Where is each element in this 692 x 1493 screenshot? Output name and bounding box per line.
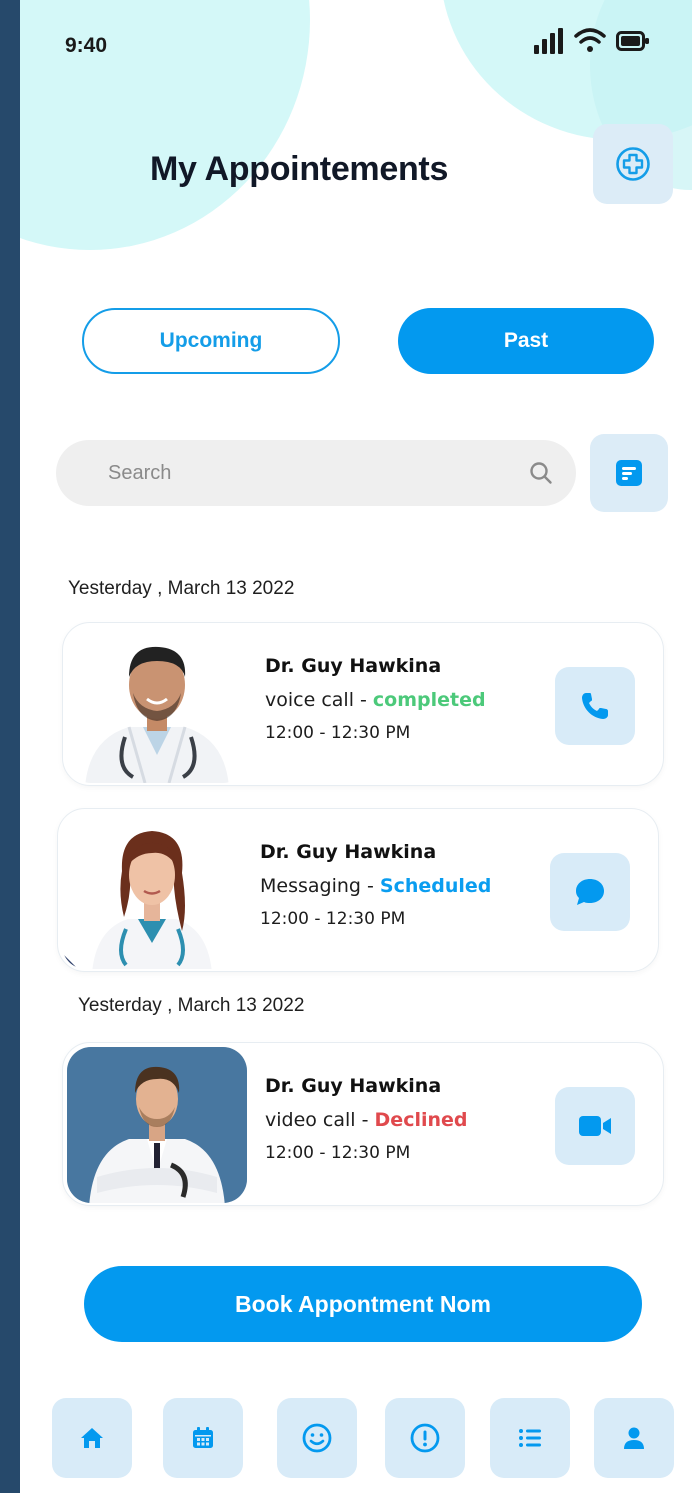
background-bubble — [20, 0, 310, 250]
profile-icon — [624, 1427, 644, 1449]
video-icon — [579, 1116, 611, 1136]
doctor-avatar — [62, 813, 242, 969]
search-bar — [56, 440, 576, 506]
wifi-icon — [574, 28, 606, 52]
list-icon — [519, 1429, 541, 1447]
appointment-time: 12:00 - 12:30 PM — [265, 1143, 411, 1163]
book-appointment-button[interactable]: Book Appontment Nom — [84, 1266, 642, 1342]
doctor-avatar — [67, 1047, 247, 1203]
appointment-time: 12:00 - 12:30 PM — [260, 909, 406, 929]
smile-icon — [302, 1423, 332, 1453]
search-icon[interactable] — [528, 460, 554, 486]
call-type: Messaging - — [260, 875, 374, 897]
appointment-card[interactable]: Dr. Guy Hawkina Messaging - Scheduled 12… — [57, 808, 659, 972]
phone-screen: 9:40 My Appointements Upcoming Past Sear… — [20, 0, 692, 1493]
add-appointment-button[interactable] — [593, 124, 673, 204]
doctor-name: Dr. Guy Hawkina — [265, 655, 442, 677]
medical-plus-icon — [616, 147, 650, 181]
appointment-card[interactable]: Dr. Guy Hawkina voice call - completed 1… — [62, 622, 664, 786]
status-time: 9:40 — [65, 34, 108, 57]
tab-past[interactable]: Past — [398, 308, 654, 374]
call-type: video call - — [265, 1109, 369, 1131]
status-icons — [534, 28, 650, 54]
video-call-button[interactable] — [555, 1087, 635, 1165]
battery-icon — [616, 31, 649, 51]
home-icon — [81, 1428, 103, 1448]
tab-upcoming[interactable]: Upcoming — [82, 308, 340, 374]
bottom-nav — [52, 1398, 674, 1478]
appointment-info: Dr. Guy Hawkina voice call - completed 1… — [265, 655, 486, 743]
filter-icon — [616, 460, 642, 486]
status-badge: completed — [372, 689, 486, 711]
page-title: My Appointements — [150, 150, 449, 188]
nav-mood[interactable] — [277, 1398, 357, 1478]
chat-icon — [576, 879, 604, 905]
status-badge: Scheduled — [379, 875, 492, 897]
appointment-info: Dr. Guy Hawkina Messaging - Scheduled 12… — [260, 841, 491, 929]
voice-call-button[interactable] — [555, 667, 635, 745]
status-badge: Declined — [374, 1109, 468, 1131]
nav-calendar[interactable] — [163, 1398, 243, 1478]
message-button[interactable] — [550, 853, 630, 931]
nav-home[interactable] — [52, 1398, 132, 1478]
nav-profile[interactable] — [594, 1398, 674, 1478]
date-group-label: Yesterday , March 13 2022 — [68, 578, 295, 599]
phone-icon — [582, 693, 608, 719]
nav-list[interactable] — [490, 1398, 570, 1478]
call-type: voice call - — [265, 689, 367, 711]
doctor-name: Dr. Guy Hawkina — [265, 1075, 442, 1097]
doctor-avatar — [67, 627, 247, 783]
appointment-time: 12:00 - 12:30 PM — [265, 723, 411, 743]
nav-alerts[interactable] — [385, 1398, 465, 1478]
appointment-info: Dr. Guy Hawkina video call - Declined 12… — [265, 1075, 468, 1163]
appointment-type: video call - Declined — [265, 1109, 468, 1131]
doctor-name: Dr. Guy Hawkina — [260, 841, 437, 863]
date-group-label: Yesterday , March 13 2022 — [78, 995, 305, 1016]
appointment-type: Messaging - Scheduled — [260, 875, 491, 897]
alert-icon — [410, 1423, 440, 1453]
search-input[interactable] — [108, 461, 528, 485]
filter-button[interactable] — [590, 434, 668, 512]
appointment-type: voice call - completed — [265, 689, 486, 711]
calendar-icon — [193, 1427, 213, 1448]
appointment-card[interactable]: Dr. Guy Hawkina video call - Declined 12… — [62, 1042, 664, 1206]
signal-icon — [534, 28, 563, 54]
